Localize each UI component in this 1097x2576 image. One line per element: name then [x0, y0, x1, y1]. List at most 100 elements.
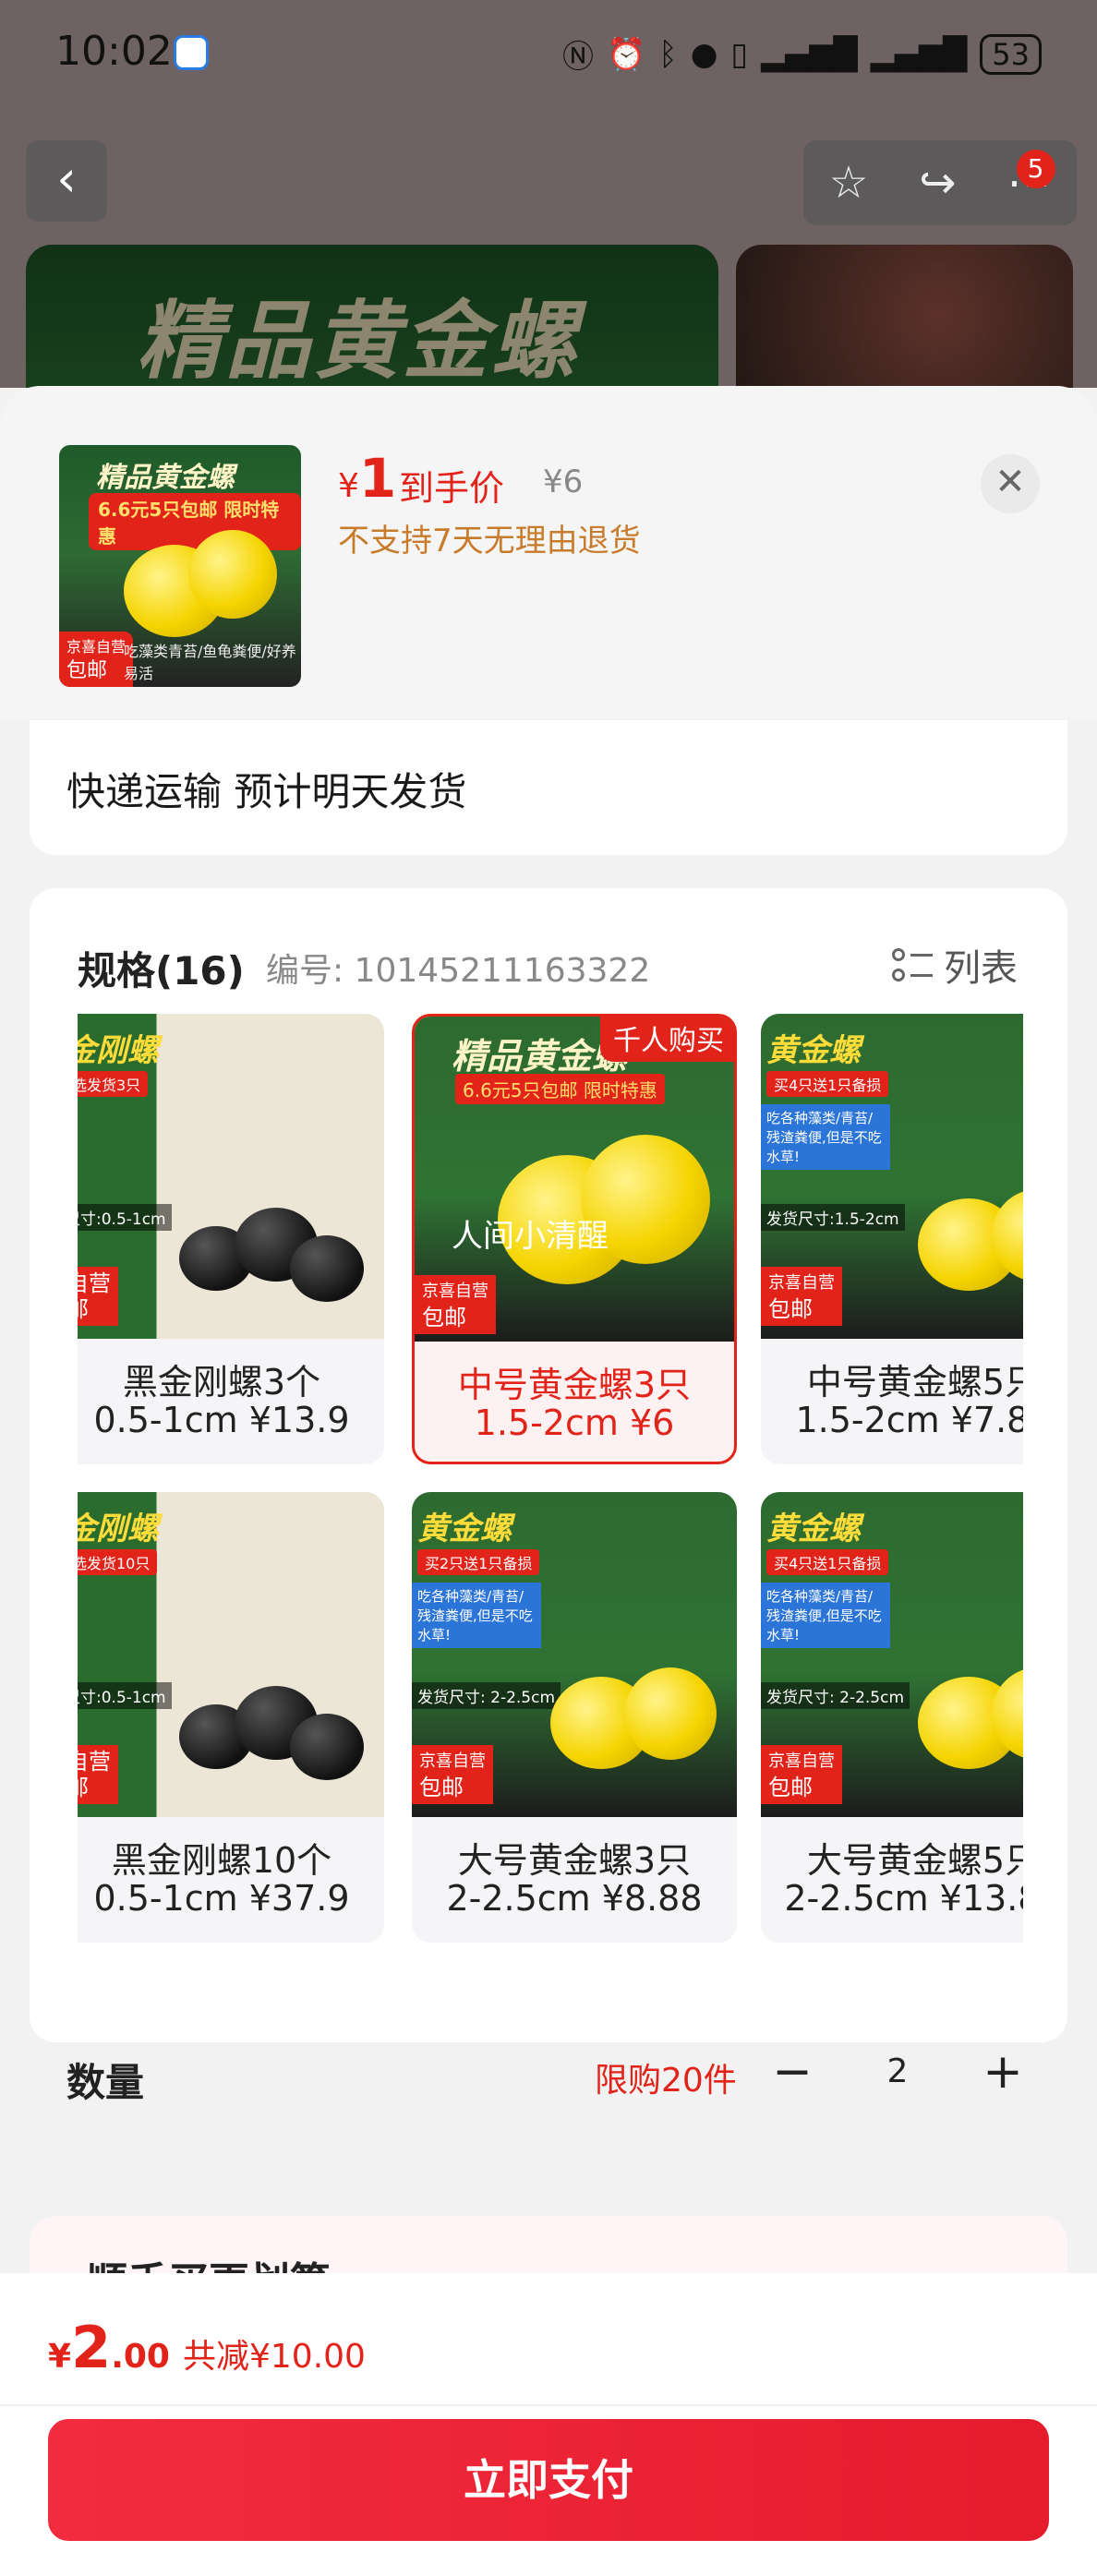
tag-line: 自营 — [78, 1749, 111, 1775]
total-symbol: ¥ — [48, 2338, 72, 2376]
sku-info-box: 吃各种藻类/青苔/残渣粪便,但是不吃水草! — [761, 1583, 890, 1648]
nfc-icon: Ⓝ — [561, 39, 594, 76]
sku-size-label: 发货尺寸: 2-2.5cm — [761, 1682, 910, 1709]
quantity-title: 数量 — [66, 2060, 145, 2105]
sku-size-label: 尺寸:0.5-1cm — [78, 1682, 172, 1709]
quantity-input[interactable]: 2 — [838, 2042, 957, 2101]
sku-price: 1.5-2cm ¥6 — [474, 1402, 675, 1443]
total-discount: 共减¥10.00 — [182, 2338, 366, 2376]
sku-promo-tag: 买4只送1只备损 — [766, 1071, 889, 1097]
thumb-footer: 吃藻类青苔/鱼龟粪便/好养易活 — [124, 643, 296, 682]
sku-self-run-tag: 自营邮 — [78, 1745, 118, 1804]
total-integer: 2 — [71, 2314, 112, 2381]
tag-line: 京喜自营 — [422, 1282, 488, 1301]
sku-promo-tag: 选发货3只 — [78, 1071, 149, 1097]
sku-size-label: 尺寸:0.5-1cm — [78, 1204, 172, 1231]
sku-name: 黑金刚螺3个 — [122, 1362, 321, 1402]
sku-option-selected[interactable]: 千人购买 精品黄金螺 6.6元5只包邮 限时特惠 人间小清醒 京喜自营 包邮 中号… — [412, 1014, 737, 1464]
sku-self-run-tag: 京喜自营 包邮 — [761, 1267, 842, 1326]
sku-promo-tag: 6.6元5只包邮 限时特惠 — [455, 1074, 665, 1104]
sku-image: 黄金螺 买4只送1只备损 吃各种藻类/青苔/残渣粪便,但是不吃水草! 发货尺寸:… — [761, 1492, 1023, 1817]
sku-promo-tag: 买2只送1只备损 — [417, 1549, 540, 1575]
tag-line: 包邮 — [66, 659, 108, 682]
sku-self-run-tag: 京喜自营 包邮 — [761, 1745, 842, 1804]
total-decimal: .00 — [111, 2338, 170, 2376]
snail-image — [624, 1667, 717, 1760]
status-bar: 10:02 Ⓝ ⏰ ᛒ ● ▯ ▂▄▆█ ▂▄▆█ 53 — [0, 0, 1097, 111]
snail-image — [290, 1235, 364, 1302]
jx-self-run-tag: 京喜自营 包邮 — [59, 632, 134, 687]
sku-price: 0.5-1cm ¥37.9 — [93, 1878, 350, 1919]
sheet-header: 精品黄金螺 6.6元5只包邮 限时特惠 京喜自营 包邮 吃藻类青苔/鱼龟粪便/好… — [0, 386, 1097, 718]
return-policy-note: 不支持7天无理由退货 — [338, 523, 641, 560]
sku-name: 黑金刚螺10个 — [111, 1840, 332, 1881]
shipping-text: 快递运输 预计明天发货 — [66, 769, 467, 814]
pay-now-button[interactable]: 立即支付 — [48, 2419, 1049, 2541]
spec-code: 编号: 10145211163322 — [266, 952, 651, 990]
sku-image: 黄金螺 买4只送1只备损 吃各种藻类/青苔/残渣粪便,但是不吃水草! 发货尺寸:… — [761, 1014, 1023, 1339]
sku-option[interactable]: 金刚螺 选发货10只 尺寸:0.5-1cm 自营邮 黑金刚螺10个 0.5-1c… — [78, 1492, 384, 1943]
footer-divider — [0, 2404, 1097, 2406]
thumb-title: 精品黄金螺 — [96, 462, 235, 494]
sku-image: 精品黄金螺 6.6元5只包邮 限时特惠 人间小清醒 京喜自营 包邮 — [415, 1017, 734, 1342]
background-page: 精品黄金螺 10:02 Ⓝ ⏰ ᛒ ● ▯ ▂▄▆█ ▂▄▆█ 53 ‹ ☆ ↪… — [0, 0, 1097, 388]
tag-line: 包邮 — [768, 1296, 813, 1322]
close-icon[interactable]: ✕ — [981, 454, 1040, 513]
spec-card: 规格(16) 编号: 10145211163322 列表 金刚螺 选发货3只 尺… — [30, 888, 1067, 2042]
purchase-limit: 限购20件 — [595, 2062, 737, 2100]
original-price: ¥6 — [543, 463, 584, 500]
bluetooth-icon: ᛒ — [658, 35, 678, 73]
list-toggle-label: 列表 — [944, 947, 1018, 990]
sku-self-run-tag: 京喜自营 包邮 — [412, 1745, 493, 1804]
sku-info-box: 吃各种藻类/青苔/残渣粪便,但是不吃水草! — [412, 1583, 541, 1648]
sku-size-label: 发货尺寸:1.5-2cm — [761, 1204, 905, 1231]
list-view-toggle[interactable]: 列表 — [892, 938, 1018, 992]
decrease-quantity-button[interactable]: − — [766, 2046, 818, 2101]
sku-self-run-tag: 京喜自营 包邮 — [415, 1275, 496, 1334]
increase-quantity-button[interactable]: + — [977, 2046, 1029, 2101]
sku-name: 大号黄金螺5只 — [806, 1840, 1023, 1881]
top-action-bar: ☆ ↪ ⋯ 5 — [803, 140, 1077, 225]
shipping-card: 快递运输 预计明天发货 — [30, 720, 1067, 855]
sku-info-box: 吃各种藻类/青苔/残渣粪便,但是不吃水草! — [761, 1104, 890, 1170]
app-notification-icon — [174, 35, 209, 70]
final-price: ¥1 — [338, 447, 396, 510]
sku-option[interactable]: 黄金螺 买4只送1只备损 吃各种藻类/青苔/残渣粪便,但是不吃水草! 发货尺寸:… — [761, 1492, 1023, 1943]
sku-option[interactable]: 黄金螺 买4只送1只备损 吃各种藻类/青苔/残渣粪便,但是不吃水草! 发货尺寸:… — [761, 1014, 1023, 1464]
sku-price: 2-2.5cm ¥8.88 — [446, 1878, 703, 1919]
battery-indicator: 53 — [980, 33, 1042, 75]
price-value: 1 — [358, 447, 397, 510]
sku-size-label: 发货尺寸: 2-2.5cm — [412, 1682, 561, 1709]
payment-footer: ¥2.00 共减¥10.00 立即支付 — [0, 2273, 1097, 2576]
snail-image — [290, 1714, 364, 1780]
vibrate-icon: ▯ — [730, 35, 749, 73]
favorite-star-icon[interactable]: ☆ — [828, 157, 868, 209]
more-menu-icon[interactable]: ⋯ 5 — [1007, 150, 1055, 209]
share-icon[interactable]: ↪ — [919, 157, 956, 209]
tag-line: 京喜自营 — [66, 638, 127, 656]
sku-overlay-text: 人间小清醒 — [452, 1218, 609, 1255]
signal-4g-icon: ▂▄▆█ — [870, 35, 968, 73]
hot-sale-badge: 千人购买 — [600, 1017, 734, 1062]
tag-line: 包邮 — [768, 1775, 813, 1800]
sku-banner: 黄金螺 — [417, 1511, 512, 1547]
back-button[interactable]: ‹ — [26, 140, 107, 222]
tag-line: 京喜自营 — [419, 1751, 486, 1771]
sku-price: 2-2.5cm ¥13.88 — [784, 1878, 1023, 1919]
sku-banner: 黄金螺 — [766, 1511, 861, 1547]
sku-name: 大号黄金螺3只 — [457, 1840, 692, 1881]
price-symbol: ¥ — [338, 467, 359, 505]
sku-grid: 金刚螺 选发货3只 尺寸:0.5-1cm 自营邮 黑金刚螺3个 0.5-1cm … — [78, 1014, 1023, 1974]
signal-4g-icon: ▂▄▆█ — [761, 35, 858, 73]
sku-name: 中号黄金螺3只 — [457, 1365, 692, 1405]
tag-line: 京喜自营 — [768, 1751, 835, 1771]
product-thumbnail[interactable]: 精品黄金螺 6.6元5只包邮 限时特惠 京喜自营 包邮 吃藻类青苔/鱼龟粪便/好… — [59, 445, 301, 687]
sku-price: 0.5-1cm ¥13.9 — [93, 1400, 350, 1440]
tag-line: 邮 — [78, 1775, 111, 1800]
sku-option[interactable]: 黄金螺 买2只送1只备损 吃各种藻类/青苔/残渣粪便,但是不吃水草! 发货尺寸:… — [412, 1492, 737, 1943]
sku-image: 金刚螺 选发货3只 尺寸:0.5-1cm 自营邮 — [78, 1014, 384, 1339]
alarm-icon: ⏰ — [606, 35, 646, 73]
sku-option[interactable]: 金刚螺 选发货3只 尺寸:0.5-1cm 自营邮 黑金刚螺3个 0.5-1cm … — [78, 1014, 384, 1464]
sku-promo-tag: 买4只送1只备损 — [766, 1549, 889, 1575]
status-icons: Ⓝ ⏰ ᛒ ● ▯ ▂▄▆█ ▂▄▆█ 53 — [562, 31, 1042, 77]
